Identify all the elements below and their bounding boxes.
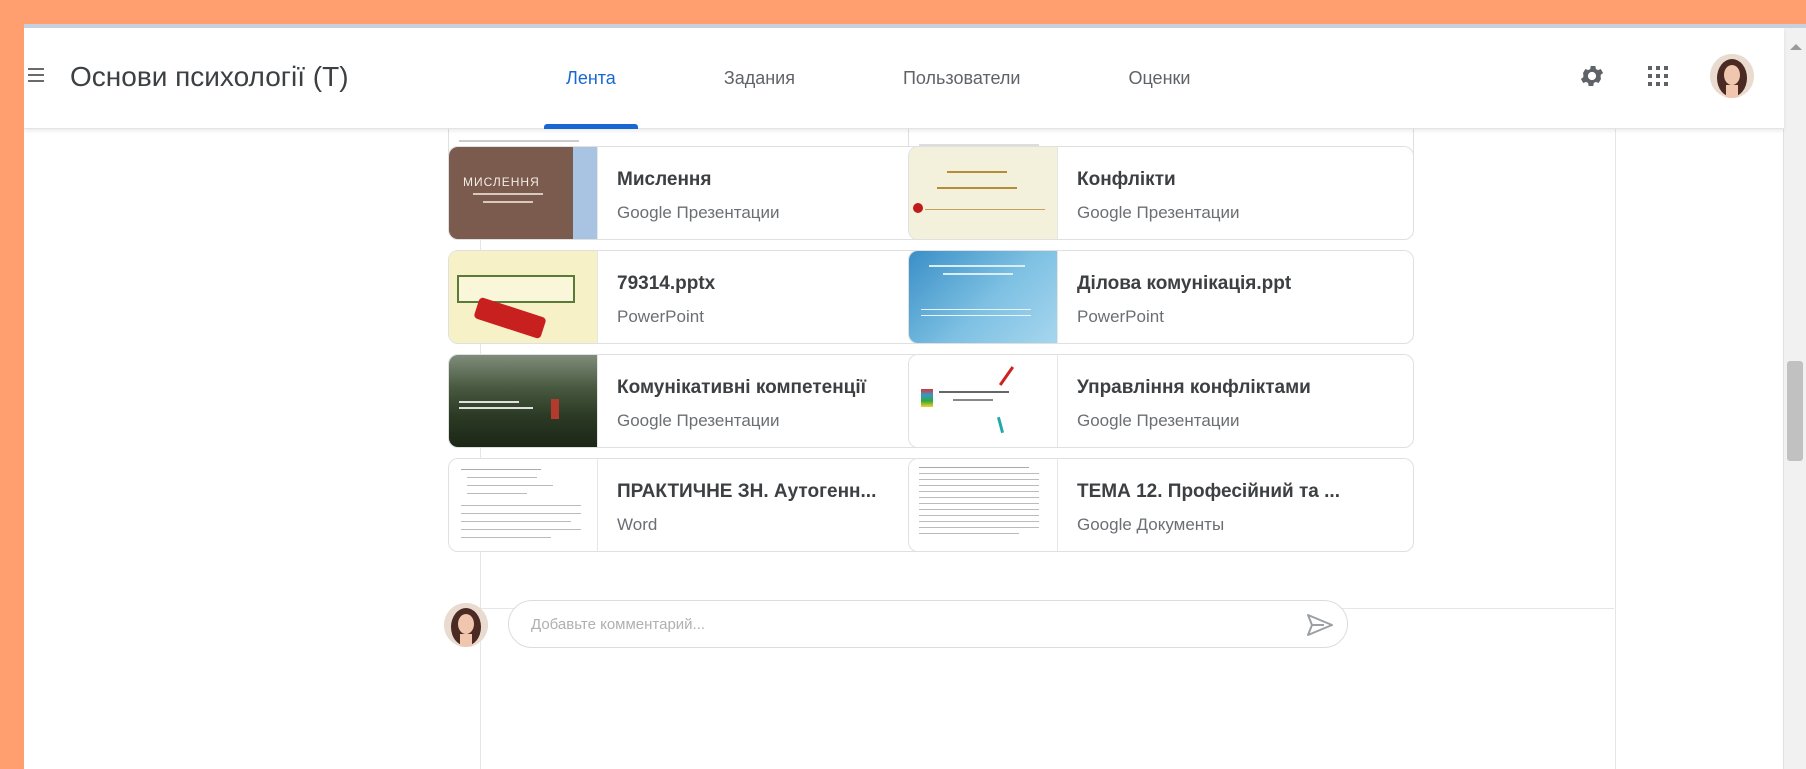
- nav-tabs: Лента Задания Пользователи Оценки: [544, 28, 1276, 129]
- document-thumbnail: [449, 459, 598, 551]
- classroom-window: Основи психології (Т) Лента Задания Поль…: [24, 24, 1806, 769]
- material-card[interactable]: ПРАКТИЧНЕ ЗН. Аутогенн... Word: [448, 458, 954, 552]
- course-title: Основи психології (Т): [70, 61, 349, 92]
- comment-input[interactable]: Добавьте комментарий...: [508, 600, 1348, 648]
- material-type: Google Презентации: [617, 411, 780, 430]
- tab-people[interactable]: Пользователи: [881, 28, 1042, 128]
- tab-assignments[interactable]: Задания: [702, 28, 817, 128]
- material-title: Управління конфліктами: [1077, 377, 1311, 398]
- presentation-thumbnail: МИСЛЕННЯ: [449, 147, 598, 239]
- material-title: 79314.pptx: [617, 273, 716, 294]
- material-type: Google Презентации: [1077, 203, 1240, 222]
- apps-grid-icon[interactable]: [1636, 54, 1680, 98]
- material-type: Google Документы: [1077, 515, 1225, 534]
- material-title: Мислення: [617, 169, 712, 190]
- presentation-thumbnail: [449, 251, 598, 343]
- presentation-thumbnail: [909, 251, 1058, 343]
- user-avatar: [444, 603, 488, 647]
- thumbnail-text: МИСЛЕННЯ: [463, 175, 540, 189]
- scroll-thumb[interactable]: [1787, 361, 1803, 461]
- material-card[interactable]: МИСЛЕННЯ Мислення Google Презентации: [448, 146, 954, 240]
- material-title: ТЕМА 12. Професійний та ...: [1077, 481, 1340, 502]
- material-title: Ділова комунікація.ppt: [1077, 273, 1292, 294]
- document-thumbnail: [909, 459, 1058, 551]
- material-type: Word: [617, 515, 658, 534]
- scroll-up-arrow[interactable]: [1790, 44, 1802, 50]
- tab-feed[interactable]: Лента: [544, 28, 638, 129]
- top-right-actions: [1548, 54, 1754, 98]
- material-title: Комунікативні компетенції: [617, 377, 866, 398]
- material-title: Конфлікти: [1077, 169, 1176, 190]
- send-icon[interactable]: [1306, 613, 1334, 637]
- material-card[interactable]: Ділова комунікація.ppt PowerPoint: [908, 250, 1414, 344]
- user-avatar[interactable]: [1710, 54, 1754, 98]
- top-bar: Основи психології (Т) Лента Задания Поль…: [24, 28, 1784, 129]
- material-card[interactable]: Управління конфліктами Google Презентаци…: [908, 354, 1414, 448]
- material-type: Google Презентации: [1077, 411, 1240, 430]
- material-type: PowerPoint: [1077, 307, 1164, 326]
- material-card[interactable]: Комунікативні компетенції Google Презент…: [448, 354, 954, 448]
- presentation-thumbnail: [909, 355, 1058, 447]
- tab-grades[interactable]: Оценки: [1106, 28, 1212, 128]
- material-card[interactable]: Конфлікти Google Презентации: [908, 146, 1414, 240]
- material-type: PowerPoint: [617, 307, 704, 326]
- material-card[interactable]: ТЕМА 12. Професійний та ... Google Докум…: [908, 458, 1414, 552]
- material-type: Google Презентации: [617, 203, 780, 222]
- page-scrollbar[interactable]: [1783, 28, 1806, 769]
- presentation-thumbnail: [449, 355, 598, 447]
- presentation-thumbnail: [909, 147, 1058, 239]
- material-title: ПРАКТИЧНЕ ЗН. Аутогенн...: [617, 481, 877, 502]
- hamburger-menu-icon[interactable]: [28, 68, 44, 82]
- material-card[interactable]: 79314.pptx PowerPoint: [448, 250, 954, 344]
- gear-icon[interactable]: [1570, 54, 1614, 98]
